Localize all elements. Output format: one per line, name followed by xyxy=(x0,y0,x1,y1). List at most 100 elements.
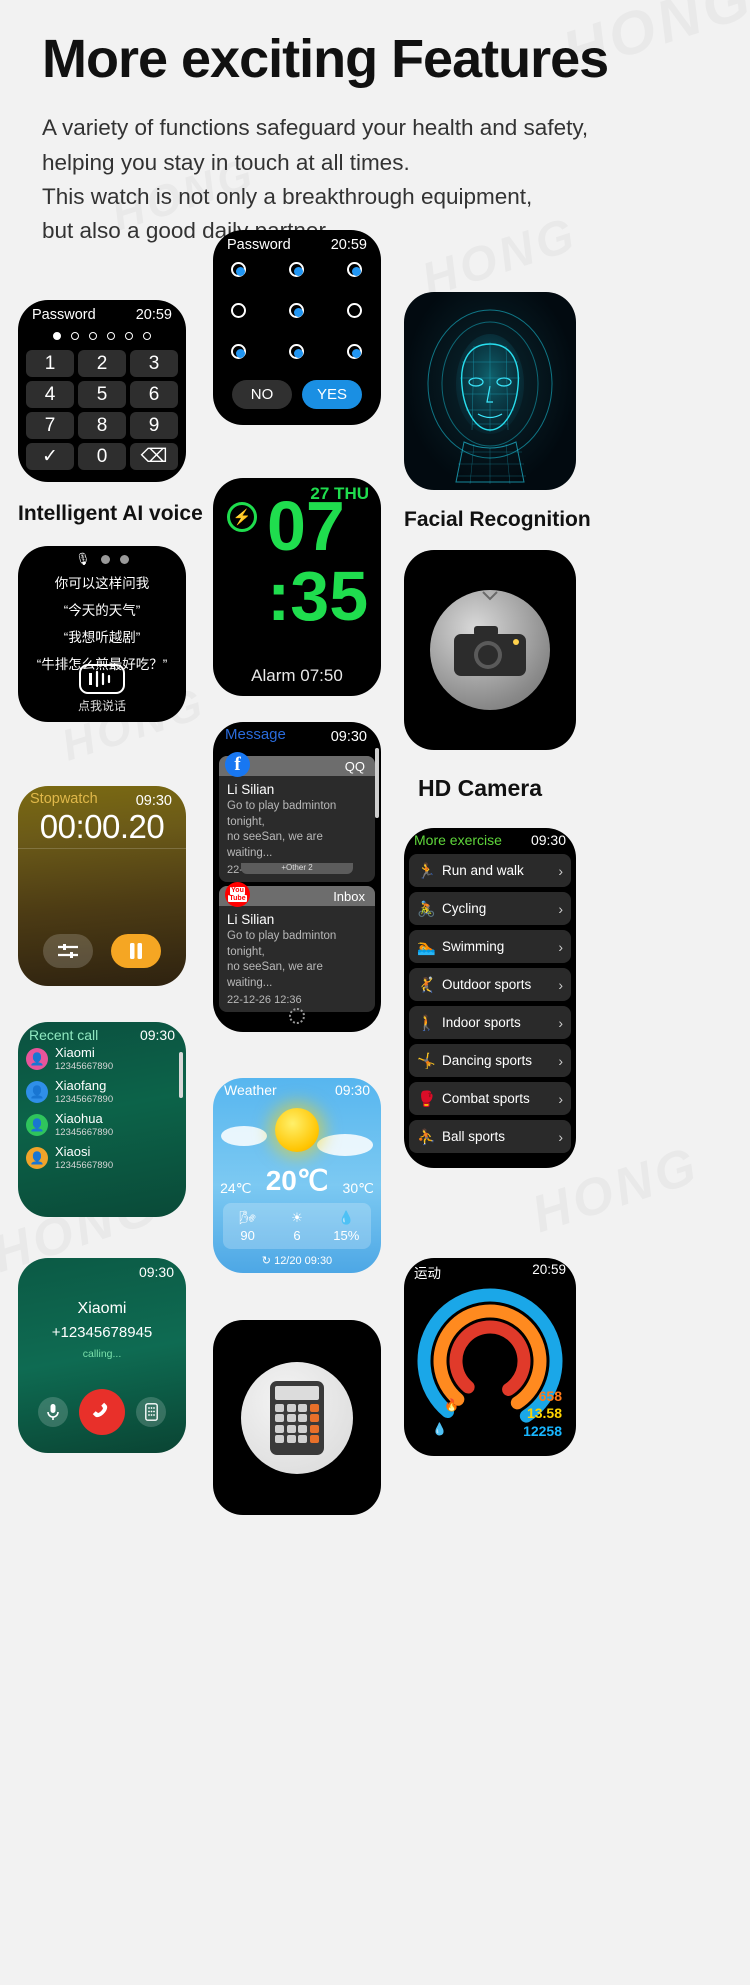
watch-facial-recognition[interactable] xyxy=(404,292,576,490)
keypad-key[interactable]: 9 xyxy=(130,412,178,439)
watch-hd-camera[interactable] xyxy=(404,550,576,750)
watch-clock-face[interactable]: 27 THU ⚡ 07 :35 Alarm 07:50 xyxy=(213,478,381,696)
recent-call-item[interactable]: 👤 Xiaosi 12345667890 xyxy=(26,1144,178,1171)
pattern-node[interactable] xyxy=(231,262,246,277)
calc-key[interactable] xyxy=(275,1424,285,1433)
call-mute-button[interactable] xyxy=(37,1397,68,1427)
calc-key[interactable] xyxy=(275,1403,285,1412)
calc-key[interactable] xyxy=(298,1414,308,1422)
pattern-node[interactable] xyxy=(347,344,362,359)
keypad-key[interactable]: 3 xyxy=(130,350,178,377)
pattern-node[interactable] xyxy=(289,262,304,277)
calc-key[interactable] xyxy=(286,1435,296,1443)
pattern-grid[interactable] xyxy=(231,262,363,360)
contact-phone: 12345667890 xyxy=(55,1060,114,1072)
exercise-icon: 🚴 xyxy=(417,900,436,918)
pattern-node[interactable] xyxy=(347,303,362,318)
sport-value: 12258 xyxy=(523,1422,562,1439)
message-text-2a: Go to play badminton tonight, xyxy=(227,930,337,958)
keypad-key[interactable]: 4 xyxy=(26,381,74,408)
message-time: 09:30 xyxy=(330,729,367,745)
calc-key[interactable] xyxy=(286,1403,296,1412)
call-contact-name: Xiaomi xyxy=(77,1300,127,1317)
exercise-items[interactable]: 🏃 Run and walk › 🚴 Cycling › 🏊 Swimming › 🤾 Outdoo… xyxy=(409,854,571,1158)
exercise-icon: 🚶 xyxy=(417,1014,436,1032)
pattern-node[interactable] xyxy=(347,262,362,277)
exercise-item[interactable]: 🤾 Outdoor sports › xyxy=(409,968,571,1001)
calc-key-op[interactable] xyxy=(309,1424,319,1433)
watch-password-keypad[interactable]: Password 20:59 1 2 3 4 5 6 7 8 9 ✓ 0 ⌫ xyxy=(18,300,186,482)
exercise-item[interactable]: 🚶 Indoor sports › xyxy=(409,1006,571,1039)
message-text-2b: no seeSan, we are waiting... xyxy=(227,961,323,989)
watch-incoming-call[interactable]: 09:30 Xiaomi +12345678945 calling... xyxy=(18,1258,186,1453)
caption-ai-voice: Intelligent AI voice xyxy=(18,502,203,525)
call-keypad-button[interactable] xyxy=(136,1397,167,1427)
keypad-key[interactable]: 7 xyxy=(26,412,74,439)
sport-time: 20:59 xyxy=(532,1262,566,1277)
keypad-statusbar: Password 20:59 xyxy=(18,300,186,326)
pattern-node[interactable] xyxy=(231,344,246,359)
calc-key-op[interactable] xyxy=(309,1403,319,1412)
password-dot xyxy=(53,332,61,340)
exercise-item[interactable]: 🤸 Dancing sports › xyxy=(409,1044,571,1077)
pattern-node[interactable] xyxy=(231,303,246,318)
calc-key[interactable] xyxy=(298,1424,308,1433)
watch-pattern-lock[interactable]: Password 20:59 NO YES xyxy=(213,230,381,425)
calc-key-op[interactable] xyxy=(309,1435,319,1443)
calc-key[interactable] xyxy=(286,1414,296,1422)
exercise-label: Run and walk xyxy=(442,863,524,878)
calc-key[interactable] xyxy=(275,1414,285,1422)
recent-call-item[interactable]: 👤 Xiaofang 12345667890 xyxy=(26,1078,178,1105)
voice-wave-icon xyxy=(89,670,111,688)
calc-key[interactable] xyxy=(286,1424,296,1433)
sport-title: 运动 xyxy=(414,1266,441,1281)
watch-activity-rings[interactable]: 运动 20:59 658 13.58 12258 🔥 💧 xyxy=(404,1258,576,1456)
keypad-key[interactable]: 6 xyxy=(130,381,178,408)
keypad-key[interactable]: 2 xyxy=(78,350,126,377)
exercise-item[interactable]: 🚴 Cycling › xyxy=(409,892,571,925)
calculator-keys[interactable] xyxy=(275,1403,319,1443)
keypad-key[interactable]: ✓ xyxy=(26,443,74,470)
watch-weather[interactable]: Weather 09:30 24℃ 20℃ 30℃ 🌬 90 ☀ 6 💧 15% ↻ 12… xyxy=(213,1078,381,1273)
exercise-item[interactable]: ⛹ Ball sports › xyxy=(409,1120,571,1153)
calc-key-op[interactable] xyxy=(309,1414,319,1422)
calc-key[interactable] xyxy=(275,1435,285,1443)
keypad-key[interactable]: 1 xyxy=(26,350,74,377)
watch-recent-calls[interactable]: Recent call 09:30 👤 Xiaomi 12345667890 👤 Xia… xyxy=(18,1022,186,1217)
message-date-2: 22-12-26 12:36 xyxy=(227,994,302,1007)
pattern-node[interactable] xyxy=(289,344,304,359)
keypad-key[interactable]: ⌫ xyxy=(130,443,178,470)
keypad-key[interactable]: 8 xyxy=(78,412,126,439)
pattern-yes-button[interactable]: YES xyxy=(302,380,362,409)
exercise-item[interactable]: 🏊 Swimming › xyxy=(409,930,571,963)
message-scrollbar[interactable] xyxy=(375,748,379,818)
recent-call-scrollbar[interactable] xyxy=(179,1052,183,1098)
recent-call-items[interactable]: 👤 Xiaomi 12345667890 👤 Xiaofang 12345667890 👤 X… xyxy=(26,1045,178,1178)
watch-ai-voice[interactable]: 🎙 你可以这样问我 “今天的天气” “我想听越剧” “牛排怎么煎最好吃？” 点我… xyxy=(18,546,186,722)
recent-call-item[interactable]: 👤 Xiaomi 12345667890 xyxy=(26,1045,178,1072)
recent-call-item[interactable]: 👤 Xiaohua 12345667890 xyxy=(26,1111,178,1138)
stopwatch-lap-button[interactable] xyxy=(43,934,93,968)
voice-record-button[interactable] xyxy=(79,664,125,694)
keypad-grid[interactable]: 1 2 3 4 5 6 7 8 9 ✓ 0 ⌫ xyxy=(26,350,178,470)
keypad-key[interactable]: 5 xyxy=(78,381,126,408)
stopwatch-pause-button[interactable] xyxy=(111,934,161,968)
sport-values: 658 13.58 12258 xyxy=(523,1388,562,1441)
call-end-button[interactable] xyxy=(78,1389,125,1435)
calc-key[interactable] xyxy=(298,1435,308,1443)
watch-exercise-list[interactable]: More exercise 09:30 🏃 Run and walk › 🚴 Cycli… xyxy=(404,828,576,1168)
calc-key[interactable] xyxy=(298,1403,308,1412)
exercise-item[interactable]: 🏃 Run and walk › xyxy=(409,854,571,887)
message-other-count[interactable]: +Other 2 xyxy=(241,863,353,874)
pattern-no-button[interactable]: NO xyxy=(232,380,292,409)
pattern-node[interactable] xyxy=(289,303,304,318)
pattern-statusbar: Password 20:59 xyxy=(213,230,381,256)
keypad-key[interactable]: 0 xyxy=(78,443,126,470)
chevron-right-icon: › xyxy=(558,1014,563,1031)
watch-calculator[interactable] xyxy=(213,1320,381,1515)
watch-messages[interactable]: Message 09:30 f QQ Li Silian Go to play … xyxy=(213,722,381,1032)
exercise-item[interactable]: 🥊 Combat sports › xyxy=(409,1082,571,1115)
exercise-label: Cycling xyxy=(442,901,487,916)
watch-stopwatch[interactable]: Stopwatch 09:30 00:00.20 xyxy=(18,786,186,986)
weather-metric-icon: 🌬 xyxy=(239,1209,256,1225)
